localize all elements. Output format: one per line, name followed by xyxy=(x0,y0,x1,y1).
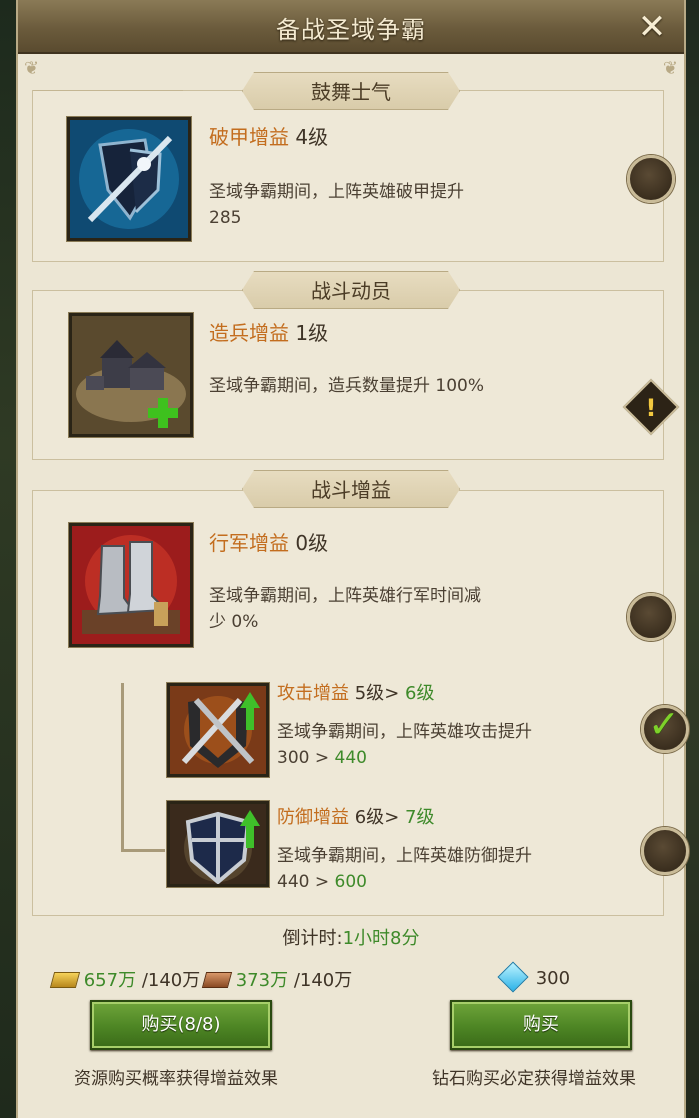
checkmark-icon: ✓ xyxy=(648,702,680,746)
title-bar: 备战圣域争霸 ✕ xyxy=(18,0,684,54)
march-boots-icon xyxy=(69,523,193,647)
corner-ornament-right: ❦ xyxy=(662,58,678,79)
wood-planks-icon xyxy=(201,972,233,988)
panel-title: 备战圣域争霸 xyxy=(276,16,426,44)
section-header-mobilize: 战斗动员 xyxy=(242,271,460,309)
buff-name: 造兵增益 1级 xyxy=(209,321,329,345)
defense-buff-icon xyxy=(167,801,269,887)
section-header-morale: 鼓舞士气 xyxy=(242,72,460,110)
section-battle-buffs: 行军增益 0级 圣域争霸期间，上阵英雄行军时间减 少 0% 攻击增益 5级> 6… xyxy=(32,490,689,916)
section-mobilize: 造兵增益 1级 圣域争霸期间，造兵数量提升 100% ! xyxy=(32,290,680,460)
select-radio-march[interactable] xyxy=(627,593,675,641)
prep-panel: 备战圣域争霸 ✕ ❦ ❦ 破甲增益 4级 圣域争霸期间，上阵英雄破甲提升 285… xyxy=(16,0,689,1118)
tree-line xyxy=(121,683,124,851)
countdown: 倒计时:1小时8分 xyxy=(282,928,420,949)
wood-resource: 373万 /140万 xyxy=(201,966,352,992)
armor-break-icon xyxy=(67,117,191,241)
gold-bar-icon xyxy=(49,972,81,988)
resource-buy-note: 资源购买概率获得增益效果 xyxy=(74,1069,278,1089)
select-radio-attack[interactable]: ✓ xyxy=(641,702,689,753)
select-radio-defense[interactable] xyxy=(641,827,689,875)
diamond-buy-note: 钻石购买必定获得增益效果 xyxy=(432,1069,636,1089)
diamond-icon xyxy=(497,961,529,993)
buff-name: 破甲增益 4级 xyxy=(209,125,329,149)
diamond-resource: 300 xyxy=(497,961,570,993)
sub-buff-description: 圣域争霸期间，上阵英雄攻击提升 300 > 440 xyxy=(277,722,532,768)
section-header-battle: 战斗增益 xyxy=(242,470,460,508)
buff-name: 行军增益 0级 xyxy=(209,531,329,555)
gold-resource: 657万 /140万 xyxy=(49,966,200,992)
buff-description: 圣域争霸期间，造兵数量提升 100% xyxy=(209,376,485,396)
buff-description: 圣域争霸期间，上阵英雄破甲提升 285 xyxy=(209,182,464,228)
sub-buff-description: 圣域争霸期间，上阵英雄防御提升 440 > 600 xyxy=(277,846,532,892)
warning-icon[interactable]: ! xyxy=(622,378,680,436)
select-radio-armor-break[interactable] xyxy=(627,155,675,203)
attack-buff-icon xyxy=(167,683,269,777)
tree-line xyxy=(121,849,165,852)
sub-buff-name: 攻击增益 5级> 6级 xyxy=(277,683,435,704)
section-morale: 破甲增益 4级 圣域争霸期间，上阵英雄破甲提升 285 xyxy=(32,90,675,262)
sub-buff-name: 防御增益 6级> 7级 xyxy=(277,807,435,828)
troop-production-icon xyxy=(69,313,193,437)
buff-description: 圣域争霸期间，上阵英雄行军时间减 少 0% xyxy=(209,586,481,632)
close-button[interactable]: ✕ xyxy=(630,6,674,48)
resource-buy-button[interactable]: 购买(8/8) xyxy=(90,1000,272,1050)
diamond-buy-button[interactable]: 购买 xyxy=(450,1000,632,1050)
corner-ornament-left: ❦ xyxy=(24,58,40,79)
